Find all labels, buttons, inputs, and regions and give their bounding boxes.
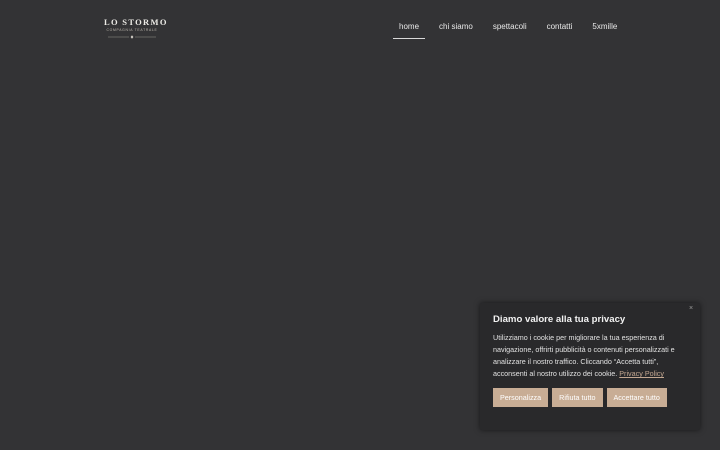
nav-item-contatti[interactable]: contatti bbox=[541, 22, 579, 38]
logo-tagline: COMPAGNIA TEATRALE bbox=[106, 28, 158, 32]
cookie-buttons: Personalizza Rifiuta tutto Accettare tut… bbox=[493, 388, 687, 407]
close-icon[interactable]: × bbox=[686, 304, 696, 314]
main-nav: home chi siamo spettacoli contatti 5xmil… bbox=[393, 22, 631, 39]
nav-item-home[interactable]: home bbox=[393, 22, 426, 39]
nav-item-chi-siamo[interactable]: chi siamo bbox=[433, 22, 479, 38]
cookie-consent-banner: × Diamo valore alla tua privacy Utilizzi… bbox=[480, 303, 700, 430]
accept-all-button[interactable]: Accettare tutto bbox=[606, 388, 667, 407]
site-logo[interactable]: LO STORMO COMPAGNIA TEATRALE bbox=[104, 17, 168, 41]
reject-all-button[interactable]: Rifiuta tutto bbox=[552, 388, 603, 407]
logo-ornament-icon bbox=[108, 35, 156, 39]
nav-item-spettacoli[interactable]: spettacoli bbox=[487, 22, 533, 38]
cookie-description: Utilizziamo i cookie per migliorare la t… bbox=[493, 332, 687, 380]
cookie-title: Diamo valore alla tua privacy bbox=[493, 314, 626, 325]
logo-name: LO STORMO bbox=[104, 17, 168, 27]
customize-button[interactable]: Personalizza bbox=[493, 388, 549, 407]
nav-item-5xmille[interactable]: 5xmille bbox=[586, 22, 623, 38]
page: LO STORMO COMPAGNIA TEATRALE home chi si… bbox=[0, 0, 720, 450]
privacy-policy-link[interactable]: Privacy Policy bbox=[619, 369, 664, 378]
